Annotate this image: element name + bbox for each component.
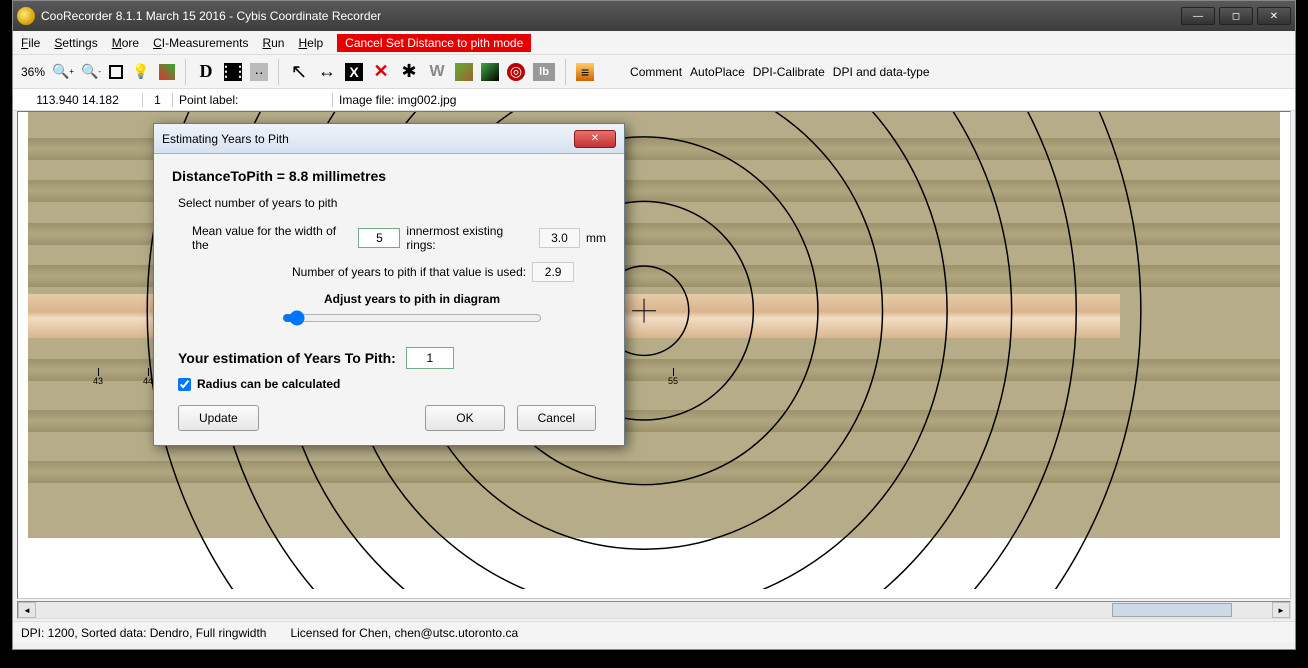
- zoom-fit-icon[interactable]: [109, 65, 123, 79]
- years-slider[interactable]: [282, 310, 542, 326]
- update-button[interactable]: Update: [178, 405, 259, 431]
- scale-tick-43: 43: [93, 376, 103, 386]
- mean-width-value: 3.0: [539, 228, 580, 248]
- mm-unit: mm: [586, 231, 606, 245]
- color-toggle-icon[interactable]: [159, 64, 175, 80]
- maximize-button[interactable]: ◻: [1219, 7, 1253, 25]
- status-bar: DPI: 1200, Sorted data: Dendro, Full rin…: [13, 621, 1295, 643]
- info-bar: 113.940 14.182 1 Point label: Image file…: [13, 89, 1295, 111]
- scroll-left-arrow[interactable]: ◄: [18, 602, 36, 618]
- scroll-thumb[interactable]: [1112, 603, 1232, 617]
- zoom-level[interactable]: 36%: [21, 65, 45, 79]
- radius-calc-label: Radius can be calculated: [197, 377, 340, 391]
- image-file-caption: Image file: img002.jpg: [333, 93, 456, 107]
- scroll-track[interactable]: [36, 602, 1272, 618]
- app-window: CooRecorder 8.1.1 March 15 2016 - Cybis …: [12, 0, 1296, 650]
- select-years-label: Select number of years to pith: [172, 196, 606, 210]
- point-label-caption: Point label:: [173, 93, 333, 107]
- menu-settings[interactable]: Settings: [54, 36, 97, 50]
- zoom-out-icon[interactable]: 🔍-: [81, 62, 101, 82]
- horizontal-arrows-icon[interactable]: ↔: [317, 62, 337, 82]
- orange-bars-icon[interactable]: ≡: [576, 63, 594, 81]
- estimation-label: Your estimation of Years To Pith:: [178, 350, 396, 366]
- dialog-title: Estimating Years to Pith: [162, 132, 289, 146]
- calc-years-value: 2.9: [532, 262, 574, 282]
- scale-tick-55: 55: [668, 376, 678, 386]
- horizontal-scrollbar[interactable]: ◄ ►: [17, 601, 1291, 619]
- scroll-right-arrow[interactable]: ►: [1272, 602, 1290, 618]
- scale-tick-44: 44: [143, 376, 153, 386]
- app-icon: [17, 7, 35, 25]
- black-square-dots-icon[interactable]: ⋮⋮: [224, 63, 242, 81]
- dpi-datatype-button[interactable]: DPI and data-type: [833, 65, 930, 79]
- calc-years-label: Number of years to pith if that value is…: [292, 265, 526, 279]
- diag-green-black-icon[interactable]: [481, 63, 499, 81]
- lightbulb-icon[interactable]: 💡: [131, 62, 151, 82]
- mean-width-label-pre: Mean value for the width of the: [192, 224, 352, 252]
- target-red-icon[interactable]: ◎: [507, 63, 525, 81]
- x-red-icon[interactable]: ✕: [371, 62, 391, 82]
- d-mode-button[interactable]: D: [196, 62, 216, 82]
- w-button[interactable]: W: [427, 62, 447, 82]
- autoplace-button[interactable]: AutoPlace: [690, 65, 745, 79]
- point-number: 1: [143, 93, 173, 107]
- menu-help[interactable]: Help: [298, 36, 323, 50]
- menu-ci-measurements[interactable]: CI-Measurements: [153, 36, 248, 50]
- ring-count-input[interactable]: [358, 228, 400, 248]
- status-license: Licensed for Chen, chen@utsc.utoronto.ca: [290, 626, 518, 640]
- menubar: File Settings More CI-Measurements Run H…: [13, 31, 1295, 55]
- window-title: CooRecorder 8.1.1 March 15 2016 - Cybis …: [41, 9, 381, 23]
- status-dpi-info: DPI: 1200, Sorted data: Dendro, Full rin…: [21, 626, 266, 640]
- lb-button[interactable]: lb: [533, 63, 555, 81]
- cancel-button[interactable]: Cancel: [517, 405, 596, 431]
- x-black-icon[interactable]: X: [345, 63, 363, 81]
- menu-more[interactable]: More: [112, 36, 139, 50]
- gray-dots-icon[interactable]: ··: [250, 63, 268, 81]
- dpi-calibrate-button[interactable]: DPI-Calibrate: [753, 65, 825, 79]
- radius-calc-checkbox[interactable]: [178, 378, 191, 391]
- cursor-arrow-icon[interactable]: ↖: [289, 62, 309, 82]
- toolbar: 36% 🔍+ 🔍- 💡 D ⋮⋮ ·· ↖ ↔ X ✕ ✱ W ◎ lb ≡ C…: [13, 55, 1295, 89]
- mode-banner[interactable]: Cancel Set Distance to pith mode: [337, 34, 531, 52]
- mean-width-label-post: innermost existing rings:: [406, 224, 532, 252]
- menu-file[interactable]: File: [21, 36, 40, 50]
- estimation-input[interactable]: [406, 347, 454, 369]
- slider-label: Adjust years to pith in diagram: [282, 292, 542, 306]
- close-button[interactable]: ✕: [1257, 7, 1291, 25]
- cursor-coordinates: 113.940 14.182: [13, 93, 143, 107]
- dialog-close-button[interactable]: ✕: [574, 130, 616, 148]
- distance-to-pith-heading: DistanceToPith = 8.8 millimetres: [172, 168, 606, 184]
- titlebar: CooRecorder 8.1.1 March 15 2016 - Cybis …: [13, 1, 1295, 31]
- asterisk-icon[interactable]: ✱: [399, 62, 419, 82]
- years-to-pith-dialog: Estimating Years to Pith ✕ DistanceToPit…: [153, 123, 625, 446]
- zoom-in-icon[interactable]: 🔍+: [53, 62, 73, 82]
- diag-green-brown-icon[interactable]: [455, 63, 473, 81]
- comment-button[interactable]: Comment: [630, 65, 682, 79]
- menu-run[interactable]: Run: [262, 36, 284, 50]
- minimize-button[interactable]: —: [1181, 7, 1215, 25]
- dialog-titlebar[interactable]: Estimating Years to Pith ✕: [154, 124, 624, 154]
- ok-button[interactable]: OK: [425, 405, 504, 431]
